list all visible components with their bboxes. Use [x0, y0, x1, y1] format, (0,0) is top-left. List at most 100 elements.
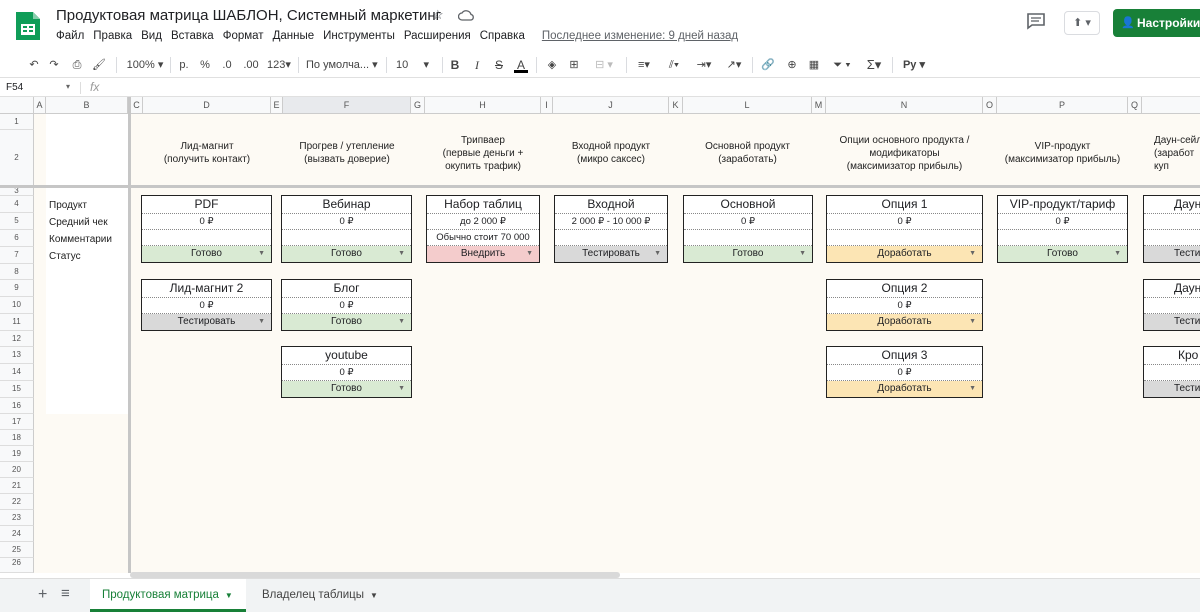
all-sheets-icon[interactable]: ≡ — [61, 585, 70, 602]
col-header-d[interactable]: D — [143, 97, 271, 114]
card-status-select[interactable]: Тестировать ▼ — [142, 314, 271, 330]
increase-decimals-button[interactable]: .00 — [240, 56, 262, 74]
redo-icon[interactable]: ↷ — [46, 56, 62, 74]
product-card[interactable]: Лид-магнит 2 0 ₽ Тестировать ▼ — [141, 279, 272, 331]
menu-help[interactable]: Справка — [480, 30, 525, 42]
card-comment[interactable] — [827, 230, 982, 246]
col-header-p[interactable]: P — [997, 97, 1128, 114]
menu-edit[interactable]: Правка — [93, 30, 132, 42]
present-button[interactable]: ⬆ ▾ — [1064, 11, 1100, 35]
card-comment[interactable] — [282, 230, 411, 246]
card-title[interactable]: PDF — [142, 196, 271, 214]
frozen-row-divider[interactable] — [0, 185, 1200, 188]
row-header[interactable]: 4 — [0, 196, 34, 213]
col-header-i[interactable]: I — [541, 97, 553, 114]
row-header[interactable]: 11 — [0, 314, 34, 331]
card-status-select[interactable]: Доработать ▼ — [827, 246, 982, 262]
card-comment[interactable] — [998, 230, 1127, 246]
card-status-select[interactable]: Готово ▼ — [142, 246, 271, 262]
card-price[interactable]: 0 ₽ — [142, 298, 271, 314]
insert-link-icon[interactable]: 🔗 — [760, 56, 776, 74]
card-status-select[interactable]: Готово ▼ — [684, 246, 812, 262]
col-header-o[interactable]: O — [983, 97, 997, 114]
product-card[interactable]: Основной 0 ₽ Готово ▼ — [683, 195, 813, 263]
borders-icon[interactable]: ⊞ — [566, 56, 582, 74]
col-header-f[interactable]: F — [283, 97, 411, 114]
card-title[interactable]: Опция 1 — [827, 196, 982, 214]
card-comment[interactable] — [142, 230, 271, 246]
row-header[interactable]: 16 — [0, 398, 34, 414]
row-header[interactable]: 9 — [0, 280, 34, 297]
product-card[interactable]: Входной 2 000 ₽ - 10 000 ₽ Тестировать ▼ — [554, 195, 668, 263]
last-edit-link[interactable]: Последнее изменение: 9 дней назад — [542, 30, 738, 42]
insert-chart-icon[interactable]: ▦ — [806, 56, 822, 74]
add-sheet-icon[interactable]: + — [38, 586, 47, 604]
document-title[interactable]: Продуктовая матрица ШАБЛОН, Системный ма… — [56, 7, 441, 24]
col-header-c[interactable]: C — [131, 97, 143, 114]
row-header[interactable]: 2 — [0, 130, 34, 186]
sheet-tab-owner[interactable]: Владелец таблицы ▼ — [250, 579, 390, 612]
menu-extensions[interactable]: Расширения — [404, 30, 471, 42]
card-price[interactable]: 0 ₽ — [827, 214, 982, 230]
product-card[interactable]: VIP-продукт/тариф 0 ₽ Готово ▼ — [997, 195, 1128, 263]
card-status-select[interactable]: Готово ▼ — [282, 381, 411, 397]
decrease-decimals-button[interactable]: .0 — [218, 56, 236, 74]
row-header[interactable]: 6 — [0, 230, 34, 247]
font-family-select[interactable]: По умолча... ▾ — [306, 56, 382, 74]
card-title[interactable]: VIP-продукт/тариф — [998, 196, 1127, 214]
access-settings-button[interactable]: 👤Настройки Д — [1113, 9, 1200, 37]
col-header-j[interactable]: J — [553, 97, 669, 114]
horizontal-align-icon[interactable]: ≡▾ — [632, 56, 656, 74]
card-title[interactable]: Опция 2 — [827, 280, 982, 298]
product-card[interactable]: Опция 2 0 ₽ Доработать ▼ — [826, 279, 983, 331]
row-header[interactable]: 12 — [0, 331, 34, 347]
card-title[interactable]: Опция 3 — [827, 347, 982, 365]
menu-tools[interactable]: Инструменты — [323, 30, 395, 42]
card-title[interactable]: Даун — [1144, 280, 1200, 298]
card-price[interactable]: 0 ₽ — [827, 365, 982, 381]
name-box-dropdown-icon[interactable]: ▾ — [66, 82, 70, 91]
strikethrough-button[interactable]: S — [492, 56, 506, 74]
name-box[interactable]: F54 — [6, 82, 23, 93]
col-header-h[interactable]: H — [425, 97, 541, 114]
card-price[interactable] — [1144, 365, 1200, 381]
row-header[interactable]: 26 — [0, 558, 34, 573]
row-header[interactable]: 13 — [0, 347, 34, 364]
row-header[interactable]: 23 — [0, 510, 34, 526]
row-header[interactable]: 10 — [0, 297, 34, 314]
row-header[interactable]: 14 — [0, 364, 34, 381]
bold-button[interactable]: B — [448, 56, 462, 74]
col-header-n[interactable]: N — [826, 97, 983, 114]
sheets-logo-icon[interactable] — [14, 10, 42, 42]
card-status-select[interactable]: Тести — [1144, 314, 1200, 330]
print-icon[interactable]: ⎙ — [68, 56, 86, 74]
merge-cells-icon[interactable]: ⊟ ▾ — [590, 56, 618, 74]
card-title[interactable]: Набор таблиц — [427, 196, 539, 214]
card-price[interactable]: до 2 000 ₽ — [427, 214, 539, 230]
sheet-tab-product-matrix[interactable]: Продуктовая матрица ▼ — [90, 579, 246, 612]
tab-menu-icon[interactable]: ▼ — [370, 591, 378, 600]
filter-icon[interactable]: ⏷ ▾ — [828, 56, 856, 74]
product-card[interactable]: Даун Тести — [1143, 279, 1200, 331]
card-price[interactable]: 0 ₽ — [282, 298, 411, 314]
vertical-align-icon[interactable]: ⫽▾ — [662, 56, 686, 74]
italic-button[interactable]: I — [470, 56, 484, 74]
product-card[interactable]: Опция 1 0 ₽ Доработать ▼ — [826, 195, 983, 263]
menu-view[interactable]: Вид — [141, 30, 162, 42]
col-header-l[interactable]: L — [683, 97, 812, 114]
card-price[interactable]: 0 ₽ — [684, 214, 812, 230]
card-price[interactable]: 0 ₽ — [282, 365, 411, 381]
card-status-select[interactable]: Внедрить ▼ — [427, 246, 539, 262]
card-comment[interactable]: Обычно стоит 70 000 — [427, 230, 539, 246]
corner-cell[interactable] — [0, 97, 34, 114]
card-price[interactable]: 0 ₽ — [827, 298, 982, 314]
row-header[interactable]: 15 — [0, 381, 34, 398]
more-formats-select[interactable]: 123▾ — [266, 56, 292, 74]
row-header[interactable]: 21 — [0, 478, 34, 494]
col-header-a[interactable]: A — [34, 97, 46, 114]
row-header[interactable]: 25 — [0, 542, 34, 558]
row-header[interactable]: 8 — [0, 264, 34, 280]
card-title[interactable]: youtube — [282, 347, 411, 365]
product-card[interactable]: Опция 3 0 ₽ Доработать ▼ — [826, 346, 983, 398]
undo-icon[interactable]: ↶ — [26, 56, 42, 74]
